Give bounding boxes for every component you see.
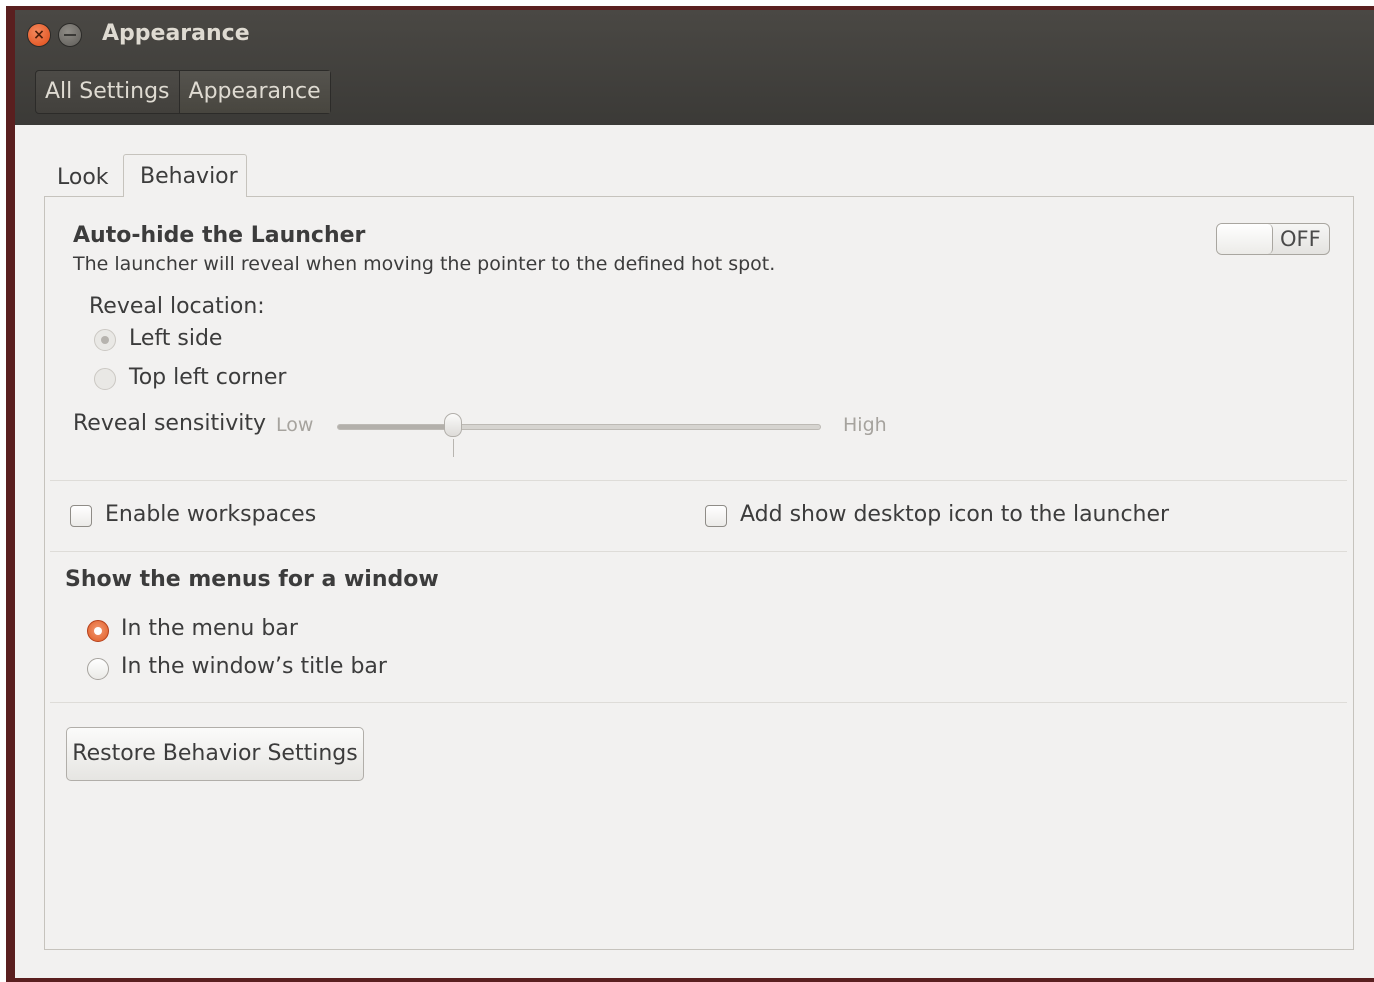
radio-left-side-label: Left side (129, 326, 223, 351)
autohide-toggle[interactable]: OFF (1216, 223, 1330, 255)
close-button[interactable]: × (28, 24, 50, 46)
tab-look[interactable]: Look (57, 156, 109, 200)
separator (50, 480, 1347, 481)
separator (50, 551, 1347, 552)
sensitivity-high-label: High (843, 414, 887, 436)
radio-title-bar-label: In the window’s title bar (121, 654, 387, 679)
tab-behavior[interactable]: Behavior (123, 154, 247, 197)
separator (50, 702, 1347, 703)
show-desktop-icon-label: Add show desktop icon to the launcher (740, 502, 1170, 527)
radio-title-bar[interactable] (87, 658, 109, 680)
sensitivity-slider-mark (452, 439, 454, 457)
toggle-knob (1217, 224, 1273, 254)
desktop: × Appearance All Settings Appearance Loo… (0, 0, 1374, 982)
enable-workspaces-label: Enable workspaces (105, 502, 317, 527)
sensitivity-slider-fill (338, 425, 454, 429)
radio-dot (94, 627, 102, 635)
autohide-title: Auto-hide the Launcher (73, 223, 366, 248)
behavior-panel: Auto-hide the Launcher The launcher will… (44, 196, 1354, 950)
minimize-icon (64, 34, 76, 36)
sensitivity-low-label: Low (276, 414, 314, 436)
show-desktop-icon-checkbox[interactable] (705, 505, 727, 527)
radio-top-left-corner-label: Top left corner (129, 365, 287, 390)
close-icon: × (33, 27, 45, 43)
radio-left-side[interactable] (94, 329, 116, 351)
window-title: Appearance (102, 21, 250, 46)
radio-dot (101, 336, 109, 344)
sensitivity-slider-handle[interactable] (443, 413, 462, 437)
breadcrumb-all-settings[interactable]: All Settings (36, 71, 179, 113)
breadcrumb-appearance[interactable]: Appearance (178, 71, 330, 113)
radio-top-left-corner[interactable] (94, 368, 116, 390)
toggle-state-label: OFF (1280, 227, 1321, 251)
breadcrumb: All Settings Appearance (35, 70, 331, 114)
reveal-sensitivity-label: Reveal sensitivity (73, 411, 267, 436)
appearance-window: × Appearance All Settings Appearance Loo… (15, 10, 1374, 978)
sensitivity-slider-track[interactable] (337, 424, 821, 430)
autohide-description: The launcher will reveal when moving the… (73, 253, 776, 275)
menus-section-title: Show the menus for a window (65, 567, 439, 592)
title-bar: × Appearance All Settings Appearance (15, 10, 1374, 125)
radio-menu-bar[interactable] (87, 620, 109, 642)
enable-workspaces-checkbox[interactable] (70, 505, 92, 527)
minimize-button[interactable] (59, 24, 81, 46)
restore-behavior-settings-button[interactable]: Restore Behavior Settings (66, 727, 364, 781)
reveal-location-label: Reveal location: (89, 294, 265, 319)
radio-menu-bar-label: In the menu bar (121, 616, 298, 641)
